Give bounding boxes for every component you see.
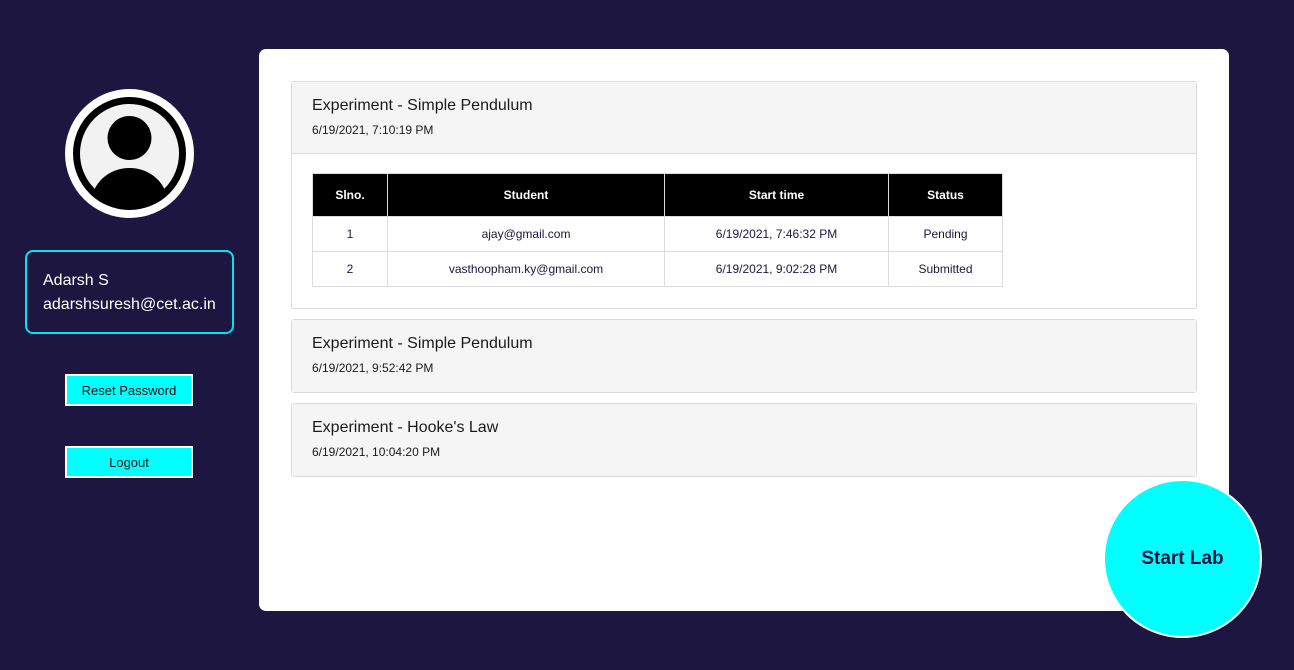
- cell-slno: 1: [312, 216, 388, 252]
- experiment-header[interactable]: Experiment - Hooke's Law 6/19/2021, 10:0…: [292, 404, 1196, 476]
- experiment-title: Experiment - Simple Pendulum: [312, 97, 533, 114]
- experiment-header[interactable]: Experiment - Simple Pendulum 6/19/2021, …: [292, 320, 1196, 392]
- table-row: 1 ajay@gmail.com 6/19/2021, 7:46:32 PM P…: [312, 216, 1003, 252]
- cell-start-time: 6/19/2021, 9:02:28 PM: [664, 251, 889, 287]
- user-avatar-icon: [65, 89, 194, 218]
- experiment-card: Experiment - Simple Pendulum 6/19/2021, …: [291, 319, 1197, 393]
- start-lab-button[interactable]: Start Lab: [1103, 479, 1262, 638]
- cell-status: Pending: [888, 216, 1003, 252]
- profile-card: Adarsh S adarshsuresh@cet.ac.in: [25, 250, 234, 334]
- cell-slno: 2: [312, 251, 388, 287]
- experiment-body: Slno. Student Start time Status 1 ajay@g…: [292, 154, 1196, 287]
- table-header-row: Slno. Student Start time Status: [312, 173, 1003, 217]
- column-header-student: Student: [387, 173, 665, 217]
- submissions-table: Slno. Student Start time Status 1 ajay@g…: [312, 173, 1003, 287]
- user-email: adarshsuresh@cet.ac.in: [43, 296, 216, 313]
- experiments-panel: Experiment - Simple Pendulum 6/19/2021, …: [259, 49, 1229, 611]
- column-header-status: Status: [888, 173, 1003, 217]
- cell-student: ajay@gmail.com: [387, 216, 665, 252]
- experiment-date: 6/19/2021, 9:52:42 PM: [312, 361, 434, 375]
- column-header-start-time: Start time: [664, 173, 889, 217]
- experiment-date: 6/19/2021, 7:10:19 PM: [312, 123, 434, 137]
- table-row: 2 vasthoopham.ky@gmail.com 6/19/2021, 9:…: [312, 251, 1003, 287]
- experiment-date: 6/19/2021, 10:04:20 PM: [312, 445, 441, 459]
- cell-start-time: 6/19/2021, 7:46:32 PM: [664, 216, 889, 252]
- page: Adarsh S adarshsuresh@cet.ac.in Reset Pa…: [0, 0, 1294, 670]
- reset-password-button[interactable]: Reset Password: [65, 374, 193, 406]
- user-name: Adarsh S: [43, 272, 109, 289]
- column-header-slno: Slno.: [312, 173, 388, 217]
- experiment-header[interactable]: Experiment - Simple Pendulum 6/19/2021, …: [292, 82, 1196, 154]
- logout-button[interactable]: Logout: [65, 446, 193, 478]
- experiment-card: Experiment - Simple Pendulum 6/19/2021, …: [291, 81, 1197, 309]
- cell-student: vasthoopham.ky@gmail.com: [387, 251, 665, 287]
- experiment-card: Experiment - Hooke's Law 6/19/2021, 10:0…: [291, 403, 1197, 477]
- start-lab-label: Start Lab: [1141, 547, 1224, 569]
- experiment-title: Experiment - Simple Pendulum: [312, 335, 533, 352]
- cell-status: Submitted: [888, 251, 1003, 287]
- experiment-title: Experiment - Hooke's Law: [312, 419, 499, 436]
